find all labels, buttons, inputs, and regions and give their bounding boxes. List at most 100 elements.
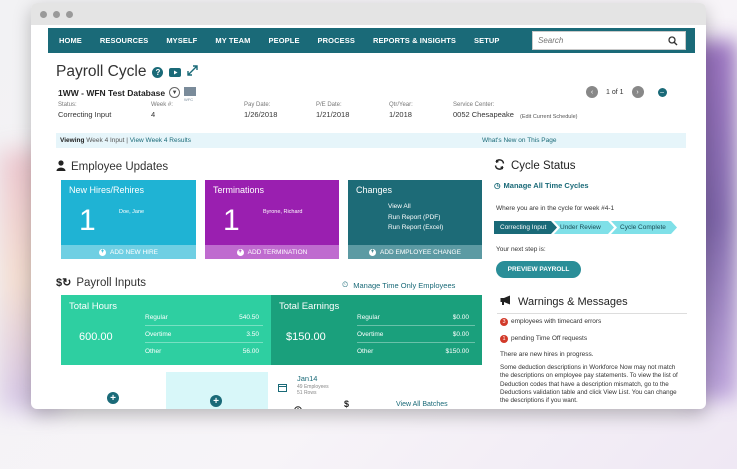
termination-name[interactable]: Byrone, Richard [263,209,302,215]
browser-chrome [31,3,706,25]
preview-payroll-button[interactable]: PREVIEW PAYROLL [496,261,581,278]
plus-icon: + [98,248,106,256]
nav-item-reports-insights[interactable]: REPORTS & INSIGHTS [364,36,465,45]
changes-tile[interactable]: Changes View All Run Report (PDF) Run Re… [348,180,482,259]
status-value: Correcting Input [58,110,112,119]
error-count-badge: 3 [500,318,508,326]
next-step-label: Your next step is: [496,246,546,253]
step-correcting-input: Correcting Input [494,221,557,234]
nav-item-setup[interactable]: SETUP [465,36,509,45]
manage-time-only-row: ⏲ Manage Time Only Employees [342,280,455,290]
page-title: Payroll Cycle [56,63,147,80]
add-batch-card-highlighted[interactable]: + [166,372,268,409]
calendar-icon [278,379,287,397]
meta-pe-date: P/E Date: 1/21/2018 [316,102,350,119]
expand-icon[interactable] [187,63,199,81]
dollar-icon: $ [344,399,350,409]
whats-new-link[interactable]: What's New on This Page [482,137,556,144]
previous-icon[interactable]: ‹ [586,86,598,98]
meta-qtr-year: Qtr/Year: 1/2018 [389,102,413,119]
warning-item-timecard[interactable]: 3 employees with timecard errors [500,318,601,326]
collapse-icon[interactable]: – [657,87,667,97]
main-content: Payroll Cycle ? 1WW - WFN Test Database … [48,53,695,409]
meta-pay-date: Pay Date: 1/26/2018 [244,102,278,119]
nav-item-my-team[interactable]: MY TEAM [206,36,259,45]
add-batch-card[interactable]: + [61,372,161,409]
warnings-heading: Warnings & Messages [500,295,628,308]
divider [357,342,475,343]
terminations-tile[interactable]: Terminations 1 Byrone, Richard + ADD TER… [205,180,339,259]
browser-window: HOME RESOURCES MYSELF MY TEAM PEOPLE PRO… [31,3,706,409]
add-employee-change-button[interactable]: + ADD EMPLOYEE CHANGE [348,245,482,259]
search-input[interactable] [533,36,663,45]
view-all-batches-link[interactable]: View All Batches [396,401,448,408]
window-dot-icon[interactable] [40,10,47,18]
new-hires-title: New Hires/Rehires [69,185,145,195]
clock-icon: ◷ [494,181,501,190]
deduction-message: Some deduction descriptions in Workforce… [500,364,678,405]
qtr-year-value: 1/2018 [389,110,412,119]
new-hires-count: 1 [79,204,96,237]
total-earnings-card[interactable]: Total Earnings $150.00 Regular $0.00 Ove… [271,295,482,365]
divider [497,313,687,314]
pay-date-value: 1/26/2018 [244,110,278,119]
viewing-label: Viewing [60,137,85,144]
payroll-inputs-heading: $↻ Payroll Inputs [56,276,147,290]
viewing-bar: Viewing Week 4 Input | View Week 4 Resul… [56,133,686,148]
changes-title: Changes [356,185,393,195]
next-icon[interactable]: › [631,86,644,98]
divider [145,342,263,343]
new-hire-name[interactable]: Doe, Jane [119,209,144,215]
manage-time-cycles-link[interactable]: Manage All Time Cycles [504,181,589,190]
manage-time-only-link[interactable]: Manage Time Only Employees [353,281,455,290]
view-all-link[interactable]: View All [388,202,443,213]
nav-item-home[interactable]: HOME [48,36,91,45]
warning-item-time-off[interactable]: 1 pending Time Off requests [500,335,587,343]
window-dot-icon[interactable] [66,10,73,18]
database-selector: 1WW - WFN Test Database ▼ WFC [58,87,197,102]
window-dot-icon[interactable] [53,10,60,18]
run-report-excel-link[interactable]: Run Report (Excel) [388,223,443,234]
viewing-current: Week 4 Input [86,137,125,144]
meta-service-center: Service Center: 0052 Chesapeake [453,102,514,119]
new-hires-tile[interactable]: New Hires/Rehires 1 Doe, Jane + ADD NEW … [61,180,196,259]
new-hires-message: There are new hires in progress. [500,351,594,358]
cycle-status-heading: Cycle Status [494,159,576,173]
add-circle-icon[interactable]: + [210,395,222,407]
batch-name[interactable]: Jan14 [297,374,317,383]
video-icon[interactable] [169,67,182,77]
chevron-down-icon[interactable]: ▼ [169,87,181,98]
divider [145,325,263,326]
divider [357,325,475,326]
nav-item-resources[interactable]: RESOURCES [91,36,157,45]
total-hours-card[interactable]: Total Hours 600.00 Regular 540.50 Overti… [61,295,271,365]
plus-icon: + [236,248,244,256]
nav-item-process[interactable]: PROCESS [309,36,364,45]
nav-item-people[interactable]: PEOPLE [260,36,309,45]
view-results-link[interactable]: View Week 4 Results [130,137,191,144]
add-circle-icon[interactable]: + [107,392,119,404]
total-earnings-value: $150.00 [286,331,326,343]
run-report-pdf-link[interactable]: Run Report (PDF) [388,213,443,224]
edit-schedule-link[interactable]: (Edit Current Schedule) [520,114,577,120]
manage-time-cycles-row: ◷ Manage All Time Cycles [494,181,589,190]
batch-rows: 51 Rows [297,390,317,396]
total-hours-value: 600.00 [79,331,113,343]
database-name: 1WW - WFN Test Database [58,87,166,98]
cycle-where-text: Where you are in the cycle for week #4-1 [496,205,615,212]
total-hours-title: Total Hours [69,301,118,312]
nav-item-myself[interactable]: MYSELF [157,36,206,45]
help-icon[interactable]: ? [152,66,164,78]
week-value: 4 [151,110,156,119]
service-center-value: 0052 Chesapeake [453,110,514,119]
payroll-dollar-clock-icon: $↻ [56,277,72,289]
search-icon[interactable] [663,32,683,49]
pager-text: 1 of 1 [606,88,624,96]
add-termination-button[interactable]: + ADD TERMINATION [205,245,339,259]
batch-summary: Jan14 49 Employees 51 Rows $ View All Ba… [274,372,482,409]
meta-status: Status: Correcting Input [58,102,112,119]
add-new-hire-button[interactable]: + ADD NEW HIRE [61,245,196,259]
changes-links: View All Run Report (PDF) Run Report (Ex… [388,202,443,234]
top-nav: HOME RESOURCES MYSELF MY TEAM PEOPLE PRO… [48,28,695,53]
person-icon [56,160,66,174]
